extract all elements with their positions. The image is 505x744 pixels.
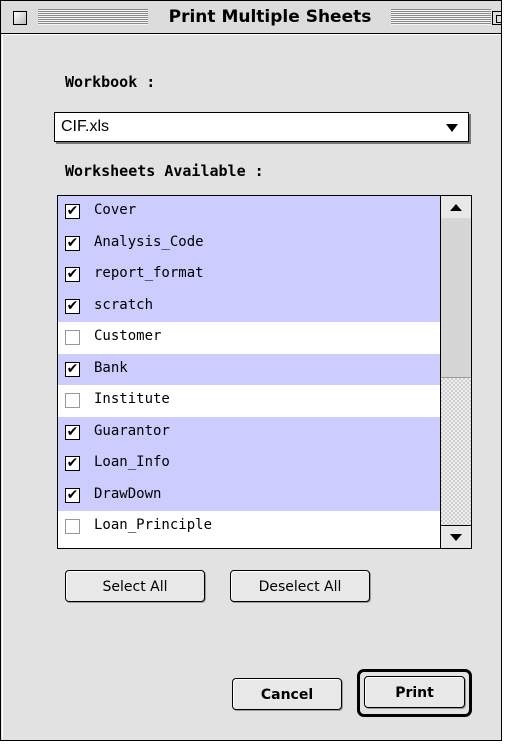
worksheet-checkbox[interactable]: ✔ <box>65 456 80 471</box>
worksheet-checkbox[interactable] <box>65 519 80 534</box>
worksheet-row[interactable]: ✔ Cover <box>58 196 440 228</box>
worksheet-name: report_format <box>94 265 204 281</box>
worksheet-row[interactable]: Institute <box>58 385 440 417</box>
worksheet-row[interactable]: Loan_Principle <box>58 511 440 543</box>
worksheet-checkbox[interactable] <box>65 393 80 408</box>
worksheet-row[interactable]: ✔ scratch <box>58 290 440 322</box>
worksheet-name: Loan_Principle <box>94 517 213 533</box>
title-bar[interactable]: Print Multiple Sheets <box>1 1 501 34</box>
scroll-down-arrow-icon[interactable] <box>441 525 471 548</box>
worksheet-name: Institute <box>94 391 170 407</box>
checkmark-icon: ✔ <box>66 360 79 377</box>
print-button[interactable]: Print <box>364 676 465 708</box>
window-title: Print Multiple Sheets <box>168 7 372 27</box>
checkmark-icon: ✔ <box>66 266 79 282</box>
dropdown-arrow-icon <box>446 124 458 132</box>
checkmark-icon: ✔ <box>66 423 79 440</box>
scroll-up-arrow-icon[interactable] <box>441 196 471 219</box>
worksheet-row[interactable]: ✔ Analysis_Code <box>58 227 440 259</box>
worksheets-label: Worksheets Available : <box>65 162 264 180</box>
print-multiple-sheets-dialog: Print Multiple Sheets Workbook : CIF.xls… <box>0 0 502 741</box>
worksheets-rows: ✔ Cover ✔ Analysis_Code ✔ report_format ✔ scrat… <box>58 196 440 543</box>
workbook-selected-value: CIF.xls <box>61 118 109 135</box>
worksheet-checkbox[interactable]: ✔ <box>65 297 80 314</box>
worksheet-checkbox[interactable]: ✔ <box>65 423 80 440</box>
worksheet-row[interactable]: ✔ report_format <box>58 259 440 291</box>
workbook-label: Workbook : <box>65 73 156 91</box>
worksheet-checkbox[interactable]: ✔ <box>65 360 80 377</box>
close-box-icon[interactable] <box>13 11 27 25</box>
worksheet-name: Cover <box>94 202 137 218</box>
worksheet-name: Guarantor <box>94 422 170 439</box>
worksheet-row[interactable]: ✔ Loan_Info <box>58 448 440 480</box>
select-all-button[interactable]: Select All <box>65 570 205 602</box>
title-stripes-right <box>391 9 491 25</box>
worksheet-name: Bank <box>94 359 128 376</box>
scroll-thumb[interactable] <box>441 218 471 378</box>
worksheet-row[interactable]: ✔ DrawDown <box>58 479 440 511</box>
deselect-all-button[interactable]: Deselect All <box>230 570 370 602</box>
checkmark-icon: ✔ <box>66 455 79 471</box>
cancel-button[interactable]: Cancel <box>232 678 342 710</box>
worksheet-checkbox[interactable] <box>65 330 80 345</box>
worksheet-name: scratch <box>94 296 154 313</box>
worksheet-row[interactable]: ✔ Guarantor <box>58 416 440 448</box>
worksheets-list[interactable]: ✔ Cover ✔ Analysis_Code ✔ report_format ✔ scrat… <box>57 195 472 549</box>
checkmark-icon: ✔ <box>66 203 79 219</box>
worksheets-scrollbar[interactable] <box>440 196 471 548</box>
workbook-select[interactable]: CIF.xls <box>54 112 469 142</box>
worksheet-row[interactable]: Customer <box>58 322 440 354</box>
checkmark-icon: ✔ <box>66 234 79 251</box>
worksheet-name: Loan_Info <box>94 454 170 470</box>
worksheet-checkbox[interactable]: ✔ <box>65 204 80 219</box>
worksheet-checkbox[interactable]: ✔ <box>65 234 80 251</box>
worksheet-name: Analysis_Code <box>94 233 204 250</box>
checkmark-icon: ✔ <box>66 297 79 314</box>
zoom-box-icon[interactable] <box>492 11 501 25</box>
worksheet-row[interactable]: ✔ Bank <box>58 353 440 385</box>
worksheet-checkbox[interactable]: ✔ <box>65 267 80 282</box>
worksheet-name: DrawDown <box>94 485 162 502</box>
worksheet-checkbox[interactable]: ✔ <box>65 486 80 503</box>
checkmark-icon: ✔ <box>66 486 79 503</box>
title-stripes-left <box>38 9 148 25</box>
worksheet-name: Customer <box>94 328 162 344</box>
